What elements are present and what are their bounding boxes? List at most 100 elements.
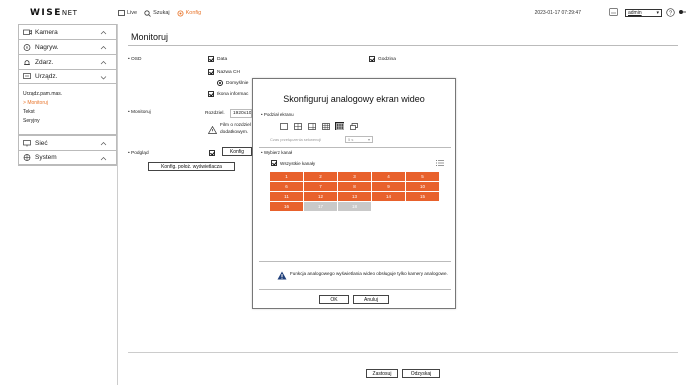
divider xyxy=(128,352,678,353)
osd-date-checkbox[interactable]: Data xyxy=(208,56,227,62)
sidebar-item-label: Kamera xyxy=(35,28,58,36)
camera-icon xyxy=(23,29,32,36)
network-icon xyxy=(23,139,32,147)
sidebar-item-system[interactable]: System xyxy=(18,150,117,165)
preview-label-text: Podgląd xyxy=(131,151,149,156)
channel-cell[interactable]: 4 xyxy=(372,172,405,181)
resolution-note-line-2: dodatkowym. xyxy=(220,130,249,135)
logout-icon[interactable] xyxy=(678,8,686,18)
resolution-label: Rozdziel. xyxy=(205,111,225,116)
channel-cell[interactable]: 11 xyxy=(270,192,303,201)
nav-config[interactable]: Konfig xyxy=(177,10,201,17)
split-1-icon[interactable] xyxy=(279,122,288,130)
channel-cell[interactable]: 18 xyxy=(338,202,371,211)
channel-cell[interactable]: 10 xyxy=(406,182,439,191)
monitor-icon xyxy=(118,9,125,17)
chevron-down-icon: ▾ xyxy=(656,10,659,16)
list-icon[interactable] xyxy=(436,160,444,166)
osd-info-icon-label: Ikona informac xyxy=(217,91,249,97)
monitor-label-text: Monitoruj xyxy=(131,110,151,115)
sidebar-item-network[interactable]: Sieć xyxy=(18,135,117,150)
channel-label-text: Wybierz kanał xyxy=(263,150,293,155)
chevron-up-icon xyxy=(100,157,107,161)
osd-info-icon-checkbox[interactable]: Ikona informac xyxy=(208,91,248,97)
channel-cell[interactable]: 2 xyxy=(304,172,337,181)
nav-search-label: Szukaj xyxy=(153,10,170,16)
osd-channel-name-label: Nazwa CH xyxy=(217,69,240,75)
help-icon[interactable]: ? xyxy=(666,7,675,19)
channel-cell[interactable]: 15 xyxy=(406,192,439,201)
sidebar-subitem-text[interactable]: Tekst xyxy=(23,108,116,117)
sidebar-subitem-monitor[interactable]: > Monitoruj xyxy=(23,99,116,108)
split-9-icon[interactable] xyxy=(321,122,330,130)
checkbox-icon xyxy=(209,150,215,156)
channel-label: • Wybierz kanał xyxy=(261,150,293,155)
analog-warning: Funkcja analogowego wyświetlania wideo o… xyxy=(277,270,449,280)
sidebar-subitem-serial[interactable]: Seryjny xyxy=(23,117,116,126)
channel-cell[interactable]: 17 xyxy=(304,202,337,211)
split-16-icon[interactable] xyxy=(335,122,344,130)
channel-cell[interactable]: 6 xyxy=(270,182,303,191)
divider xyxy=(259,289,451,290)
sidebar-item-camera[interactable]: Kamera xyxy=(18,24,117,39)
sidebar-item-device[interactable]: Urządz. xyxy=(18,69,117,84)
radio-icon xyxy=(217,80,223,86)
user-select[interactable]: admin ▾ xyxy=(625,9,662,17)
restore-button[interactable]: Odzyskaj xyxy=(402,369,440,378)
divider xyxy=(128,45,678,46)
checkbox-icon xyxy=(208,56,214,62)
dialog-title: Skonfiguruj analogowy ekran wideo xyxy=(283,94,425,104)
channel-cell[interactable]: 14 xyxy=(372,192,405,201)
sidebar-item-events[interactable]: Zdarz. xyxy=(18,54,117,69)
osd-date-label: Data xyxy=(217,56,228,62)
channel-cell[interactable]: 3 xyxy=(338,172,371,181)
top-bar: WISENET Live Szukaj Konfig 2023-01-17 07… xyxy=(14,6,686,20)
osd-time-checkbox[interactable]: Godzina xyxy=(369,56,396,62)
split-sequence-icon[interactable] xyxy=(349,122,358,130)
sidebar-item-label: System xyxy=(35,154,57,161)
sidebar: Kamera R Nagryw. Zdarz. Urządz. Urządz.p… xyxy=(18,24,118,385)
warning-icon xyxy=(277,271,287,280)
channel-cell[interactable]: 5 xyxy=(406,172,439,181)
osd-channel-name-checkbox[interactable]: Nazwa CH xyxy=(208,69,240,75)
channel-cell[interactable]: 9 xyxy=(372,182,405,191)
display-position-button[interactable]: Konfig. położ. wyświetlacza xyxy=(148,162,235,171)
konfig-button[interactable]: Konfig xyxy=(222,147,252,156)
channel-cell[interactable]: 7 xyxy=(304,182,337,191)
osd-time-label: Godzina xyxy=(378,56,396,62)
sidebar-subitem-storage[interactable]: Urządz.pam.mas. xyxy=(23,90,116,99)
cancel-button[interactable]: Anuluj xyxy=(353,295,389,304)
chevron-up-icon xyxy=(100,31,107,35)
svg-text:?: ? xyxy=(669,10,672,16)
split-label-text: Podział ekranu xyxy=(263,112,294,117)
datetime: 2023-01-17 07:29:47 xyxy=(534,10,581,16)
all-channels-checkbox[interactable]: Wszystkie kanały xyxy=(271,160,315,166)
channel-cell[interactable]: 12 xyxy=(304,192,337,201)
split-4-icon[interactable] xyxy=(293,122,302,130)
record-icon: R xyxy=(23,43,32,51)
sidebar-item-record[interactable]: R Nagryw. xyxy=(18,39,117,54)
resolution-note: Film o rozdziel dodatkowym. xyxy=(220,122,251,136)
sidebar-item-label: Zdarz. xyxy=(35,58,54,66)
nav-live-label: Live xyxy=(127,10,138,16)
chevron-down-icon xyxy=(100,76,107,80)
nav-live[interactable]: Live xyxy=(118,9,138,17)
ok-button[interactable]: OK xyxy=(319,295,349,304)
resolution-select[interactable]: 1920x10 xyxy=(230,109,252,118)
channel-cell[interactable]: 16 xyxy=(270,202,303,211)
channel-cell[interactable]: 8 xyxy=(338,182,371,191)
divider xyxy=(259,147,451,148)
checkbox-icon xyxy=(208,69,214,75)
osd-default-radio[interactable]: Domyślnie xyxy=(217,80,248,86)
sequence-time-select[interactable]: 5 s ▾ xyxy=(345,136,373,143)
chevron-up-icon xyxy=(100,142,107,146)
channel-cell[interactable]: 13 xyxy=(338,192,371,201)
nav-search[interactable]: Szukaj xyxy=(144,9,170,17)
device-icon xyxy=(23,73,32,80)
preview-checkbox[interactable] xyxy=(209,150,218,156)
apply-button[interactable]: Zastosuj xyxy=(366,369,398,378)
sidebar-item-label: Urządz. xyxy=(35,73,58,80)
split-6-icon[interactable] xyxy=(307,122,316,130)
sequence-time-value: 5 s xyxy=(348,137,354,142)
channel-cell[interactable]: 1 xyxy=(270,172,303,181)
